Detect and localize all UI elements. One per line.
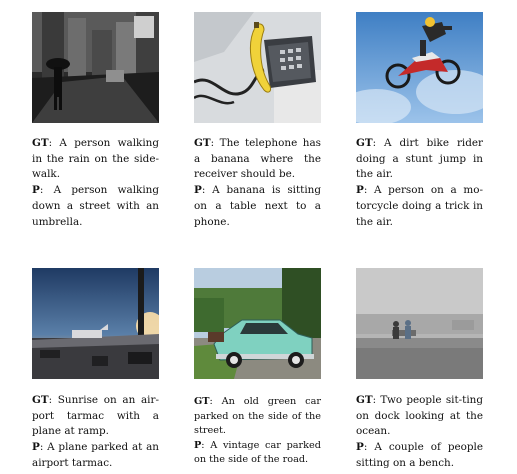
photo-airport-sunrise (32, 268, 159, 379)
photo-dirt-bike-jump (356, 12, 483, 123)
gt-caption: : Two people sit-ting on dock looking at… (356, 394, 483, 438)
caption-rain: GT: A person walking in the rain on the … (32, 136, 159, 230)
caption-telephone: GT: The telephone has a banana where the… (194, 136, 321, 230)
figure-cell-rain: GT: A person walking in the rain on the … (32, 12, 159, 230)
photo-people-on-dock (356, 268, 483, 379)
figure-cell-green-car: GT: An old green car parked on the side … (194, 268, 321, 468)
photo-telephone-banana (194, 12, 321, 123)
gt-label: GT (356, 394, 373, 406)
gt-label: GT (32, 394, 49, 406)
gt-caption: : A person walking in the rain on the si… (32, 137, 159, 181)
pred-label: P (32, 441, 40, 454)
pred-caption: : A couple of people sitting on a bench. (356, 441, 483, 469)
caption-green-car: GT: An old green car parked on the side … (194, 395, 321, 468)
gt-caption: : A dirt bike rider doing a stunt jump i… (356, 137, 483, 181)
pred-caption: : A person on a mo-torcycle doing a tric… (356, 184, 483, 228)
figure-cell-telephone: GT: The telephone has a banana where the… (194, 12, 321, 230)
figure-grid: GT: A person walking in the rain on the … (0, 0, 517, 474)
pred-label: P (356, 184, 364, 197)
caption-airport: GT: Sunrise on an air-port tarmac with a… (32, 393, 159, 472)
gt-label: GT (194, 137, 211, 149)
figure-cell-dirt-bike: GT: A dirt bike rider doing a stunt jump… (356, 12, 483, 230)
gt-label: GT (32, 137, 49, 149)
pred-caption: : A plane parked at an airport tarmac. (32, 441, 159, 469)
pred-caption: : A person walking down a street with an… (32, 184, 159, 228)
pred-label: P (32, 184, 40, 197)
gt-caption: : An old green car parked on the side of… (194, 396, 321, 436)
photo-rain-walker (32, 12, 159, 123)
gt-label: GT (194, 396, 210, 407)
figure-cell-dock: GT: Two people sit-ting on dock looking … (356, 268, 483, 472)
caption-dock: GT: Two people sit-ting on dock looking … (356, 393, 483, 472)
caption-dirt-bike: GT: A dirt bike rider doing a stunt jump… (356, 136, 483, 230)
pred-label: P (356, 441, 364, 454)
photo-vintage-green-car (194, 268, 321, 379)
figure-cell-airport: GT: Sunrise on an air-port tarmac with a… (32, 268, 159, 472)
pred-caption: : A banana is sitting on a table next to… (194, 184, 321, 228)
gt-caption: : The telephone has a banana where the r… (194, 137, 321, 181)
gt-label: GT (356, 137, 373, 149)
pred-caption: : A vintage car parked on the side of th… (194, 439, 321, 466)
pred-label: P (194, 184, 202, 197)
gt-caption: : Sunrise on an air-port tarmac with a p… (32, 394, 159, 438)
